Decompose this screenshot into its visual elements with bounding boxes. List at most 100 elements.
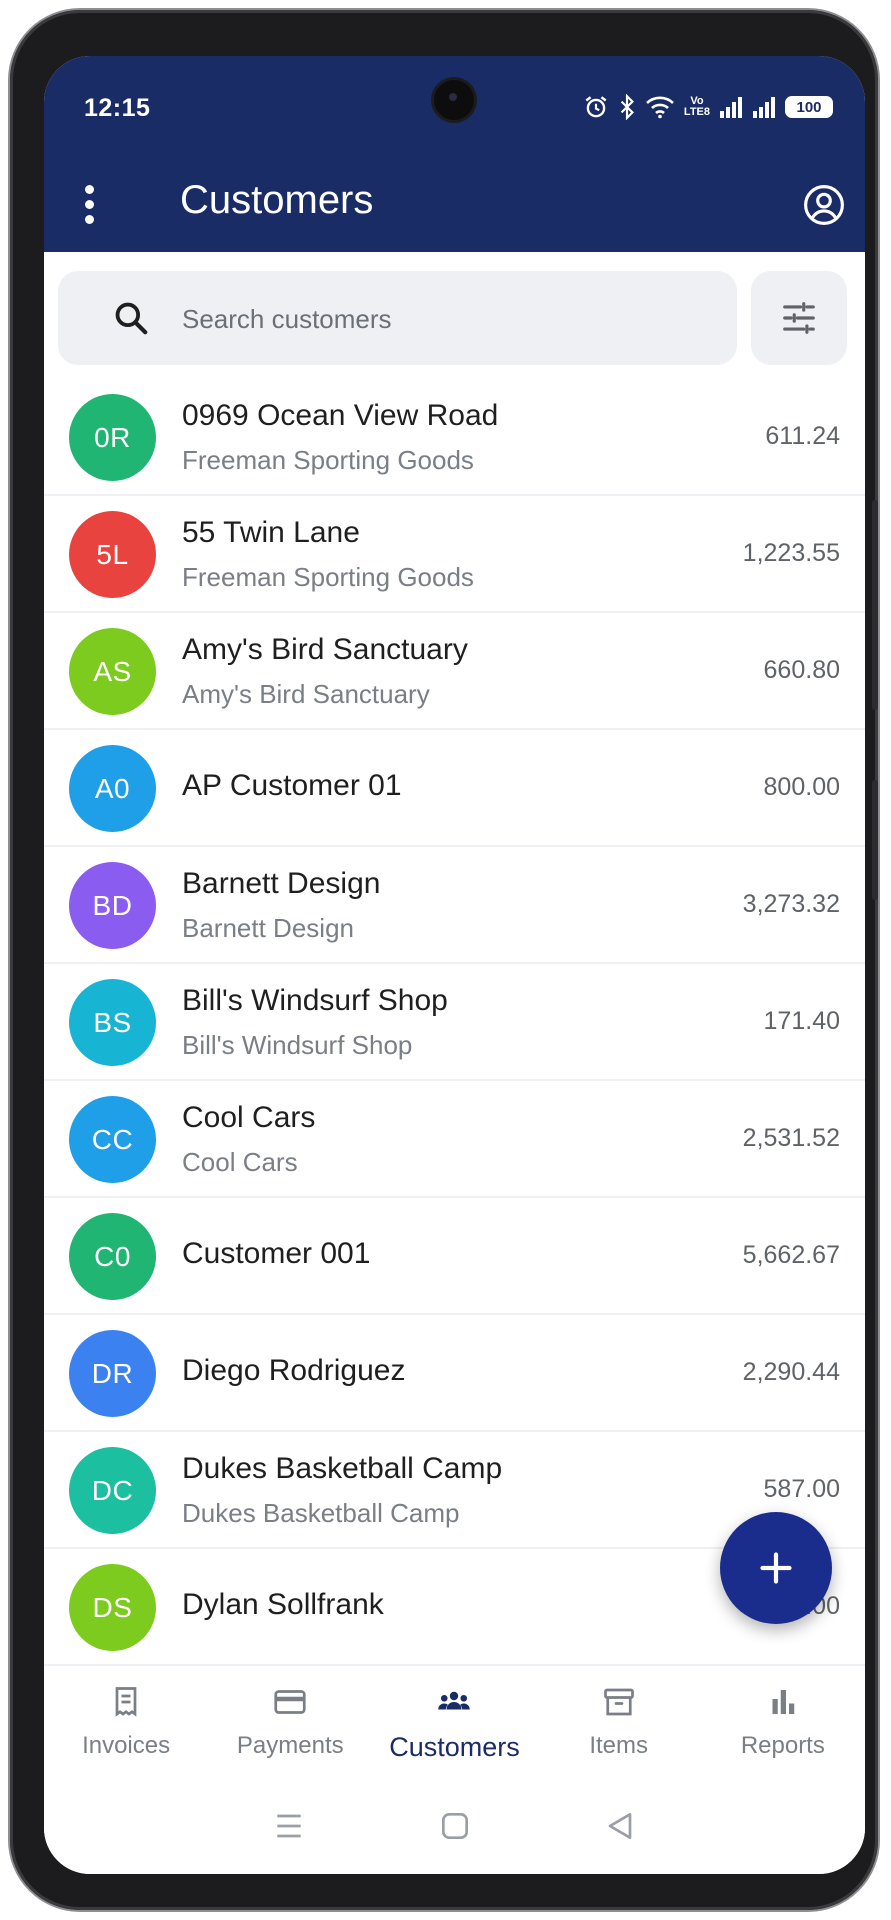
account-circle-icon[interactable] (803, 184, 845, 226)
customer-row[interactable]: AS Amy's Bird Sanctuary Amy's Bird Sanctua… (44, 613, 865, 730)
bottom-navigation: Invoices Payments Customers Items Report… (44, 1666, 865, 1786)
customer-row[interactable]: BD Barnett Design Barnett Design 3,273.32 (44, 847, 865, 964)
nav-label-invoices: Invoices (82, 1732, 171, 1759)
avatar: C0 (69, 1213, 156, 1300)
customer-balance: 587.00 (763, 1475, 840, 1503)
signal-icon (720, 97, 742, 118)
bluetooth-icon (620, 94, 634, 120)
status-bar: 12:15 Vo LTE8 100 (44, 56, 865, 156)
avatar: A0 (69, 745, 156, 832)
customer-balance: 611.24 (765, 422, 840, 450)
customer-row[interactable]: A0 AP Customer 01 800.00 (44, 730, 865, 847)
search-icon (115, 302, 148, 335)
customer-name: Bill's Windsurf Shop (182, 984, 448, 1017)
home-icon[interactable] (435, 1806, 475, 1846)
nav-invoices[interactable]: Invoices (51, 1666, 201, 1786)
customer-row[interactable]: CC Cool Cars Cool Cars 2,531.52 (44, 1081, 865, 1198)
customer-company: Freeman Sporting Goods (182, 562, 474, 592)
screen: 12:15 Vo LTE8 100 Customers Search custo… (44, 56, 865, 1874)
dot-icon (84, 184, 94, 194)
customer-name: Diego Rodriguez (182, 1354, 406, 1387)
avatar: BD (69, 862, 156, 949)
avatar: BS (69, 979, 156, 1066)
status-time: 12:15 (84, 94, 151, 122)
power-button (872, 780, 878, 900)
volte-indicator: Vo LTE8 (684, 96, 710, 118)
customer-row[interactable]: BS Bill's Windsurf Shop Bill's Windsurf Sh… (44, 964, 865, 1081)
customer-balance: 800.00 (763, 773, 840, 801)
avatar: CC (69, 1096, 156, 1183)
bar-chart-icon (772, 1690, 795, 1714)
customer-balance: 1,223.55 (742, 539, 840, 567)
customer-balance: 2,531.52 (742, 1124, 840, 1152)
avatar: DR (69, 1330, 156, 1417)
customer-name: 55 Twin Lane (182, 516, 360, 549)
archive-box-icon (603, 1688, 634, 1716)
customer-company: Bill's Windsurf Shop (182, 1030, 413, 1060)
nav-customers[interactable]: Customers (379, 1666, 529, 1786)
page-title: Customers (180, 178, 374, 222)
app-bar: Customers (44, 156, 865, 252)
nav-payments[interactable]: Payments (215, 1666, 365, 1786)
customer-row[interactable]: 0R 0969 Ocean View Road Freeman Sporting G… (44, 379, 865, 496)
phone-frame: 12:15 Vo LTE8 100 Customers Search custo… (10, 10, 878, 1910)
customer-list: 0R 0969 Ocean View Road Freeman Sporting G… (44, 379, 865, 1666)
customer-name: Amy's Bird Sanctuary (182, 633, 468, 666)
customer-balance: 660.80 (763, 656, 840, 684)
customer-balance: 5,662.67 (742, 1241, 840, 1269)
customer-name: AP Customer 01 (182, 769, 402, 802)
nav-label-reports: Reports (740, 1732, 825, 1759)
status-icons: Vo LTE8 100 (583, 90, 833, 124)
customer-balance: 3,273.32 (742, 890, 840, 918)
battery-indicator: 100 (785, 96, 833, 118)
wifi-icon (646, 96, 674, 119)
customer-row[interactable]: C0 Customer 001 5,662.67 (44, 1198, 865, 1315)
customer-row[interactable]: DR Diego Rodriguez 2,290.44 (44, 1315, 865, 1432)
customer-name: Dylan Sollfrank (182, 1588, 384, 1621)
more-menu-button[interactable] (74, 182, 104, 226)
search-input[interactable] (180, 291, 704, 347)
volte-bottom: LTE8 (683, 106, 710, 118)
nav-label-payments: Payments (236, 1732, 344, 1759)
plus-icon (760, 1552, 792, 1584)
search-row (58, 271, 851, 365)
customer-company: Cool Cars (182, 1147, 298, 1177)
volume-button (872, 500, 878, 710)
signal-icon-2 (753, 97, 775, 118)
filter-sliders-icon (783, 302, 815, 334)
search-box[interactable] (58, 271, 737, 365)
dot-icon (84, 199, 94, 209)
avatar: DS (69, 1564, 156, 1651)
customer-name: Cool Cars (182, 1101, 316, 1134)
customer-name: 0969 Ocean View Road (182, 399, 499, 432)
customer-balance: 171.40 (763, 1007, 840, 1035)
system-navigation-bar (44, 1786, 865, 1874)
front-camera (434, 80, 474, 120)
customer-company: Barnett Design (182, 913, 354, 943)
back-icon[interactable] (600, 1806, 640, 1846)
nav-reports[interactable]: Reports (708, 1666, 858, 1786)
customer-name: Customer 001 (182, 1237, 371, 1270)
customer-company: Freeman Sporting Goods (182, 445, 474, 475)
avatar: 5L (69, 511, 156, 598)
nav-items[interactable]: Items (544, 1666, 694, 1786)
avatar: AS (69, 628, 156, 715)
alarm-icon (585, 96, 607, 118)
customer-name: Dukes Basketball Camp (182, 1452, 503, 1485)
customer-row[interactable]: 5L 55 Twin Lane Freeman Sporting Goods 1,22… (44, 496, 865, 613)
filter-button[interactable] (751, 271, 847, 365)
avatar: DC (69, 1447, 156, 1534)
customer-company: Amy's Bird Sanctuary (182, 679, 430, 709)
add-customer-button[interactable] (720, 1512, 832, 1624)
nav-label-customers: Customers (389, 1732, 520, 1762)
customer-balance: 2,290.44 (742, 1358, 840, 1386)
people-icon (438, 1691, 471, 1710)
nav-label-items: Items (589, 1732, 648, 1759)
dot-icon (84, 214, 94, 224)
avatar: 0R (69, 394, 156, 481)
customer-company: Dukes Basketball Camp (182, 1498, 460, 1528)
credit-card-icon (274, 1690, 306, 1714)
recents-icon[interactable] (269, 1806, 309, 1846)
customer-name: Barnett Design (182, 867, 381, 900)
invoice-icon (115, 1687, 137, 1717)
